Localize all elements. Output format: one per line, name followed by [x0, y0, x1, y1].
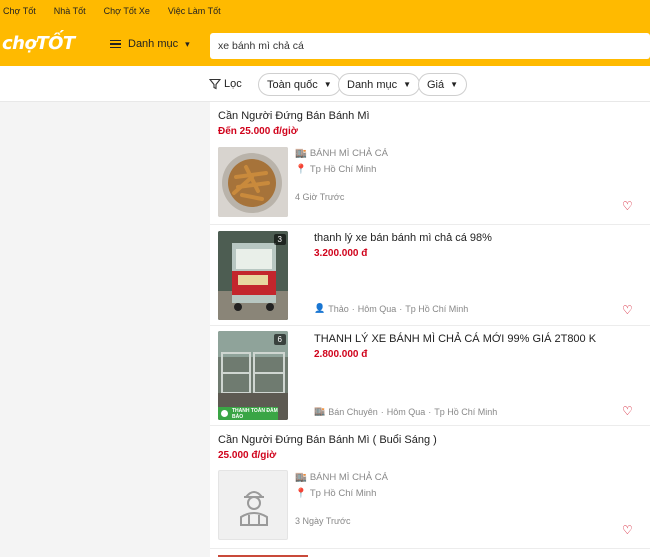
category-dropdown-label: Danh mục — [347, 78, 398, 91]
listing-title[interactable]: THANH LÝ XE BÁNH MÌ CHẢ CÁ MỚI 99% GIÁ 2… — [314, 333, 596, 345]
top-link-cho-tot[interactable]: Chợ Tốt — [3, 6, 36, 16]
listing-thumbnail[interactable]: 6 THANH TOÁN ĐẢM BẢO — [218, 331, 288, 420]
hamburger-icon — [110, 39, 121, 49]
listing-location-text: Tp Hồ Chí Minh — [434, 406, 498, 417]
category-menu-label: Danh mục — [128, 38, 179, 50]
listing-location-text: Tp Hồ Chí Minh — [309, 164, 377, 175]
listing-item[interactable]: Cần Người Đứng Bán Bánh Mì Đến 25.000 đ/… — [210, 102, 650, 225]
image-count: 3 — [273, 234, 286, 245]
heart-icon[interactable]: ♡ — [622, 524, 634, 536]
shop-icon: 🏬 — [295, 472, 307, 483]
chevron-down-icon: ▾ — [185, 38, 190, 49]
listing-price: 2.800.000 đ — [314, 349, 368, 360]
listing-location-text: Tp Hồ Chí Minh — [405, 303, 469, 314]
heart-icon[interactable]: ♡ — [622, 200, 634, 212]
logo[interactable]: chợTỐT — [2, 33, 75, 54]
listing-meta: 🏬 Bán Chuyên · Hôm Qua · Tp Hồ Chí Minh — [314, 406, 498, 417]
listing-time: 3 Ngày Trước — [295, 516, 351, 526]
caret-down-icon: ▼ — [403, 80, 412, 89]
listing-location: 📍 Tp Hồ Chí Minh — [295, 164, 376, 175]
top-link-viec-lam-tot[interactable]: Việc Làm Tốt — [168, 6, 221, 16]
listing-shop-name: BÁNH MÌ CHẢ CÁ — [309, 472, 388, 483]
listing-item[interactable]: 6 THANH TOÁN ĐẢM BẢO THANH LÝ XE BÁNH MÌ… — [210, 326, 650, 426]
location-dropdown-label: Toàn quốc — [267, 78, 318, 91]
listing-thumbnail[interactable] — [218, 470, 288, 540]
image-count: 6 — [273, 334, 286, 345]
seller-name: Thảo — [328, 303, 349, 314]
filter-button[interactable]: Lọc — [209, 78, 242, 90]
listing-time: Hôm Qua — [357, 303, 397, 314]
listing-shop: 🏬 BÁNH MÌ CHẢ CÁ — [295, 472, 388, 483]
fried-fish-image — [218, 147, 288, 217]
price-dropdown[interactable]: Giá ▼ — [418, 73, 468, 96]
shop-icon: 🏬 — [314, 406, 326, 416]
listing-item[interactable] — [210, 549, 650, 557]
top-link-cho-tot-xe[interactable]: Chợ Tốt Xe — [104, 6, 150, 16]
listing-price: 3.200.000 đ — [314, 248, 368, 259]
heart-icon[interactable]: ♡ — [622, 304, 634, 316]
caret-down-icon: ▼ — [450, 80, 459, 89]
listing-title[interactable]: Cần Người Đứng Bán Bánh Mì ( Buổi Sáng ) — [218, 434, 437, 446]
location-pin-icon: 📍 — [295, 164, 307, 175]
left-panel — [0, 102, 208, 557]
funnel-icon — [209, 78, 221, 90]
listing-time: 4 Giờ Trước — [295, 192, 345, 202]
shop-icon: 🏬 — [295, 148, 307, 159]
listing-location-text: Tp Hồ Chí Minh — [309, 488, 377, 499]
top-link-nha-tot[interactable]: Nhà Tốt — [54, 6, 86, 16]
badge-label: THANH TOÁN ĐẢM BẢO — [232, 408, 278, 420]
listing-shop: 🏬 BÁNH MÌ CHẢ CÁ — [295, 148, 388, 159]
category-menu-button[interactable]: Danh mục ▾ — [110, 38, 190, 50]
listing-thumbnail[interactable] — [218, 147, 288, 217]
listing-item[interactable]: 3 thanh lý xe bán bánh mì chả cá 98% 3.2… — [210, 225, 650, 326]
listing-list: Cần Người Đứng Bán Bánh Mì Đến 25.000 đ/… — [210, 102, 650, 557]
user-icon: 👤 — [314, 303, 326, 313]
listing-shop-name: BÁNH MÌ CHẢ CÁ — [309, 148, 388, 159]
listing-price: 25.000 đ/giờ — [218, 450, 277, 461]
listing-time: Hôm Qua — [386, 406, 426, 417]
listing-title[interactable]: Cần Người Đứng Bán Bánh Mì — [218, 110, 370, 122]
seller-name: Bán Chuyên — [328, 406, 378, 417]
listing-price: Đến 25.000 đ/giờ — [218, 126, 298, 137]
shield-icon — [221, 410, 228, 417]
filter-bar: Lọc Toàn quốc ▼ Danh mục ▼ Giá ▼ — [0, 66, 650, 102]
location-dropdown[interactable]: Toàn quốc ▼ — [258, 73, 341, 96]
listing-location: 📍 Tp Hồ Chí Minh — [295, 488, 376, 499]
search-input[interactable]: xe bánh mì chả cá — [210, 33, 650, 59]
filter-label: Lọc — [224, 78, 242, 90]
listing-meta: 👤 Thảo · Hôm Qua · Tp Hồ Chí Minh — [314, 303, 469, 314]
location-pin-icon: 📍 — [295, 488, 307, 499]
caret-down-icon: ▼ — [323, 80, 332, 89]
top-links: Chợ Tốt Nhà Tốt Chợ Tốt Xe Việc Làm Tốt — [0, 0, 235, 22]
header: Chợ Tốt Nhà Tốt Chợ Tốt Xe Việc Làm Tốt … — [0, 0, 650, 66]
listing-title[interactable]: thanh lý xe bán bánh mì chả cá 98% — [314, 232, 492, 244]
price-dropdown-label: Giá — [427, 78, 445, 91]
payment-guarantee-badge: THANH TOÁN ĐẢM BẢO — [218, 407, 278, 420]
category-dropdown[interactable]: Danh mục ▼ — [338, 73, 421, 96]
heart-icon[interactable]: ♡ — [622, 405, 634, 417]
listing-thumbnail[interactable]: 3 — [218, 231, 288, 320]
worker-placeholder-icon — [240, 491, 268, 526]
listing-item[interactable]: Cần Người Đứng Bán Bánh Mì ( Buổi Sáng )… — [210, 426, 650, 549]
